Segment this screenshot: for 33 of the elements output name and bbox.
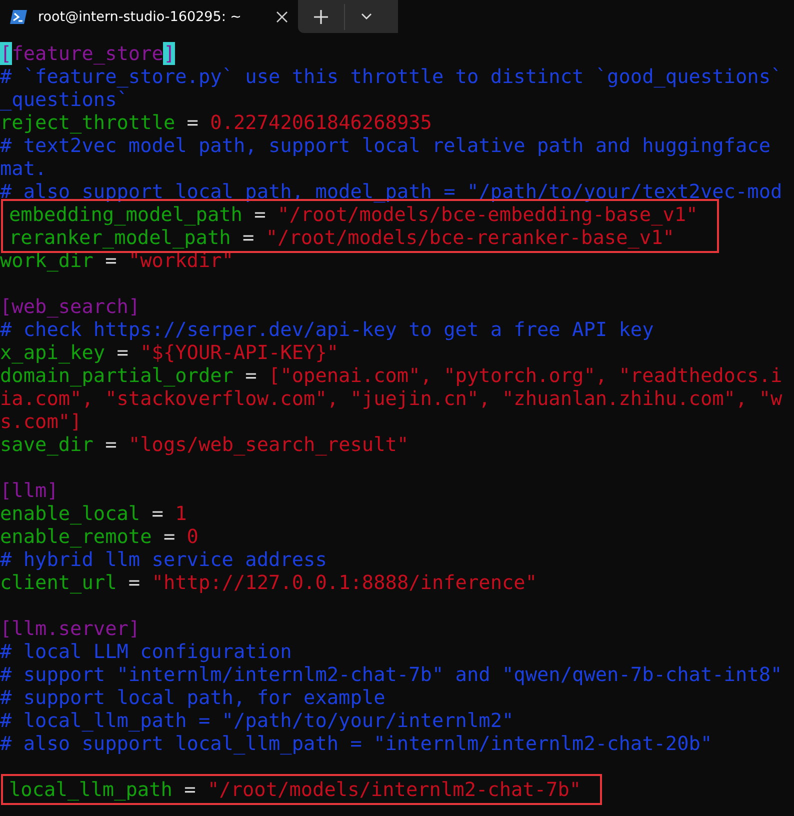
code-line: save_dir = "logs/web_search_result" [0,433,409,456]
code-line: # `feature_store.py` use this throttle to distinct `good_questions` [0,65,782,88]
code-line: # support local path, for example [0,686,386,709]
code-line: [web_search] [0,295,140,318]
code-line: ia.com", "stackoverflow.com", "juejin.cn", "zhuanlan.zhihu.com", "w [0,387,782,410]
code-line: [feature_store] [0,42,176,65]
code-line: x_api_key = "${YOUR-API-KEY}" [0,341,339,364]
code-line: # text2vec model path, support local relative path and huggingface [0,134,770,157]
code-line: s.com"] [0,410,82,433]
plus-icon[interactable] [314,10,328,24]
code-line: # local LLM configuration [0,640,292,663]
code-line: [llm] [0,479,58,502]
code-line: domain_partial_order = ["openai.com", "pytorch.org", "readthedocs.i [0,364,782,387]
code-line: client_url = "http://127.0.0.1:8888/inference" [0,571,538,594]
code-line: _questions` [0,88,128,111]
code-line: embedding_model_path = "/root/models/bce-embedding-base_v1" [9,203,698,226]
code-line: # also support local path, model_path = "/path/to/your/text2vec-mod [0,180,782,203]
code-line: reject_throttle = 0.22742061846268935 [0,111,432,134]
code-line: reranker_model_path = "/root/models/bce-reranker-base_v1" [9,226,674,249]
terminal-icon [10,9,28,25]
code-line: work_dir = "workdir" [0,249,234,272]
code-line: local_llm_path = "/root/models/internlm2-chat-7b" [9,778,582,801]
close-icon[interactable] [276,11,288,23]
code-line: # hybrid llm service address [0,548,327,571]
code-line: mat. [0,157,47,180]
chevron-down-icon[interactable] [361,13,372,20]
code-line: # also support local_llm_path = "internlm/internlm2-chat-20b" [0,732,712,755]
code-line: [llm.server] [0,617,140,640]
code-line: # check https://serper.dev/api-key to get a free API key [0,318,654,341]
code-line: # local_llm_path = "/path/to/your/internlm2" [0,709,514,732]
code-line: enable_local = 1 [0,502,187,525]
code-line: enable_remote = 0 [0,525,198,548]
code-line: # support "internlm/internlm2-chat-7b" and "qwen/qwen-7b-chat-int8" [0,663,782,686]
